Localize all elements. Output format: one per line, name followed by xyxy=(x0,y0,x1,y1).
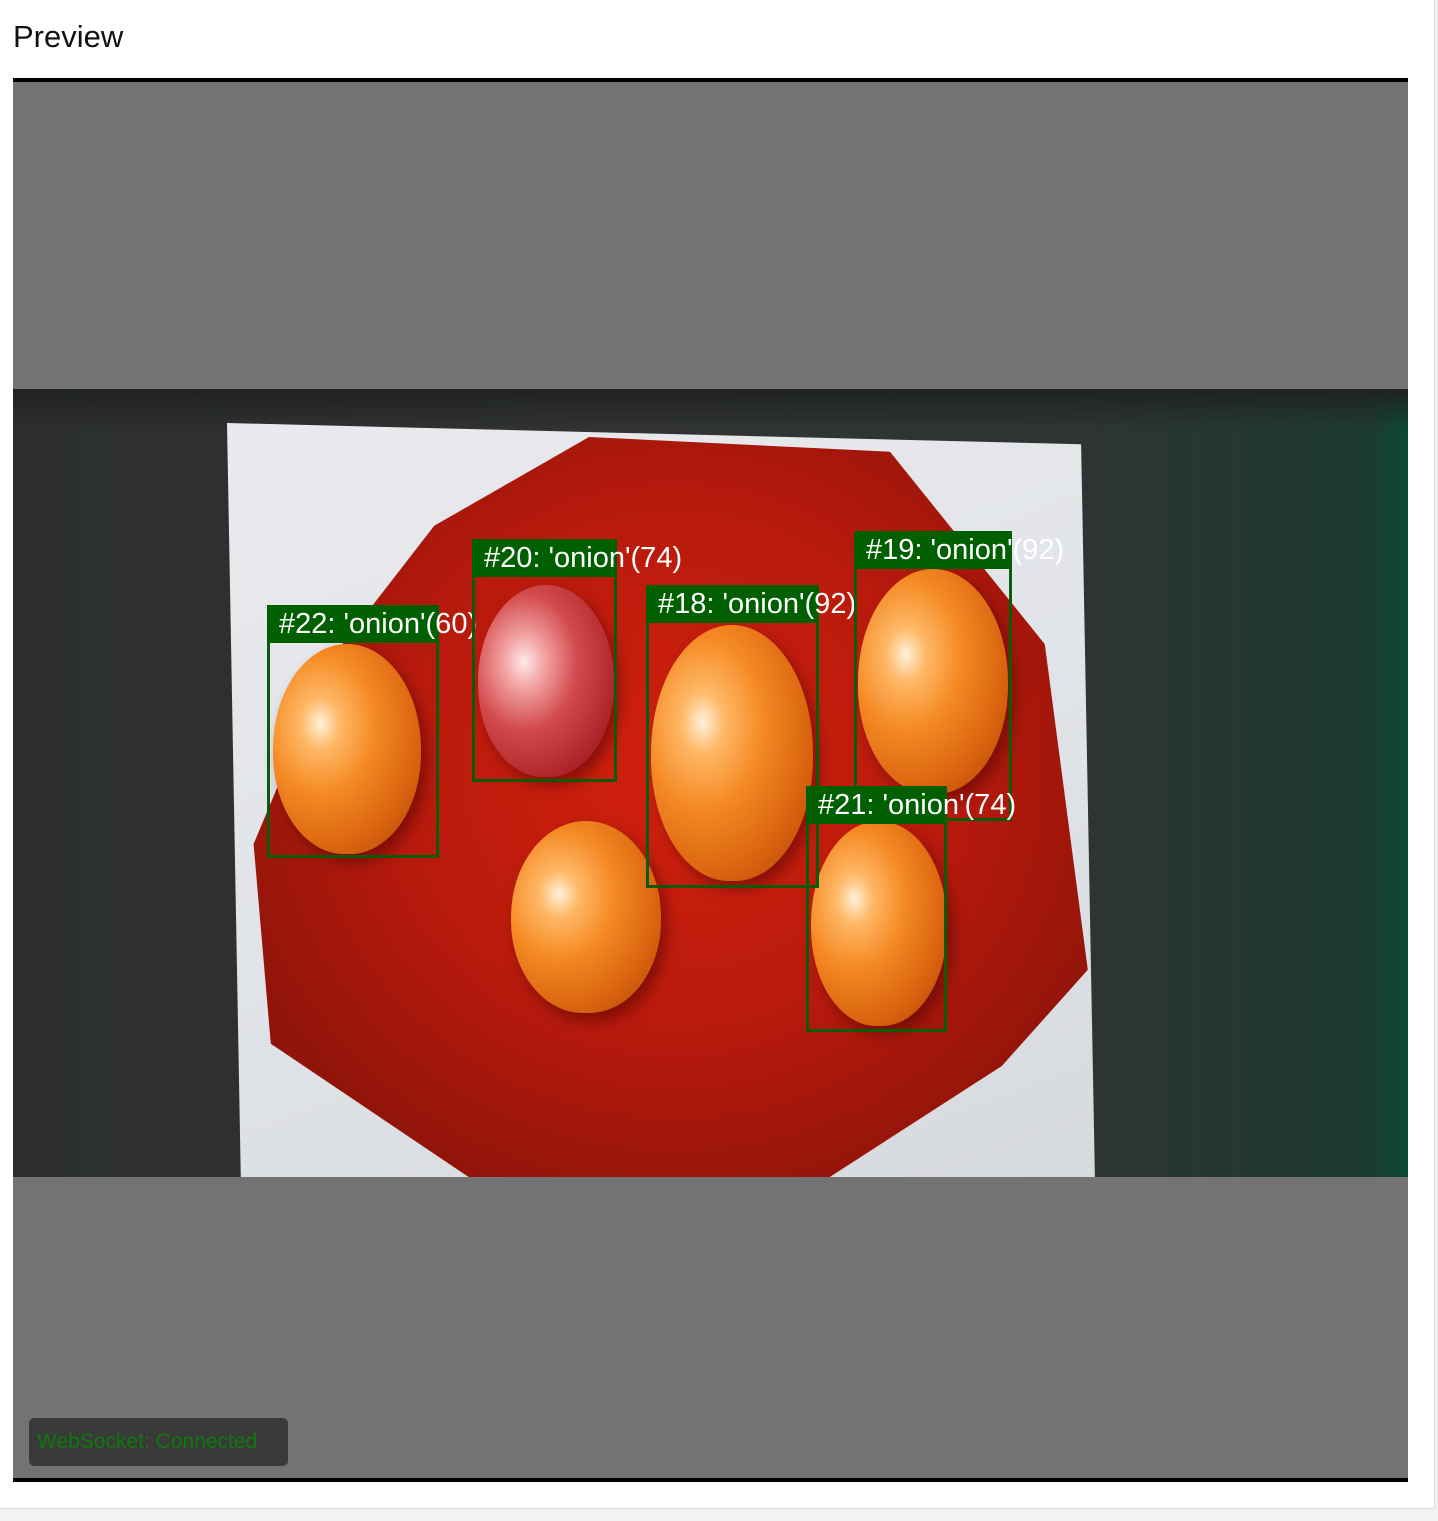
detection-box-18 xyxy=(646,585,819,888)
panel-title: Preview xyxy=(13,19,124,54)
detection-label-22: #22: 'onion'(60) xyxy=(267,605,477,643)
detection-label-19: #19: 'onion'(92) xyxy=(854,531,1064,569)
websocket-status-badge: WebSocket: Connected xyxy=(29,1418,288,1466)
detection-label-21: #21: 'onion'(74) xyxy=(806,786,1016,824)
detection-label-20: #20: 'onion'(74) xyxy=(472,539,682,577)
onion-image xyxy=(511,821,661,1013)
preview-panel: Preview #22: 'onion'(60) #20: 'onion'(74… xyxy=(0,0,1435,1509)
detection-label-18: #18: 'onion'(92) xyxy=(646,585,856,623)
detection-box-19 xyxy=(854,531,1012,821)
preview-viewport: #22: 'onion'(60) #20: 'onion'(74) #18: '… xyxy=(13,78,1408,1482)
frame-shadow xyxy=(13,389,1408,429)
camera-frame: #22: 'onion'(60) #20: 'onion'(74) #18: '… xyxy=(13,389,1408,1177)
